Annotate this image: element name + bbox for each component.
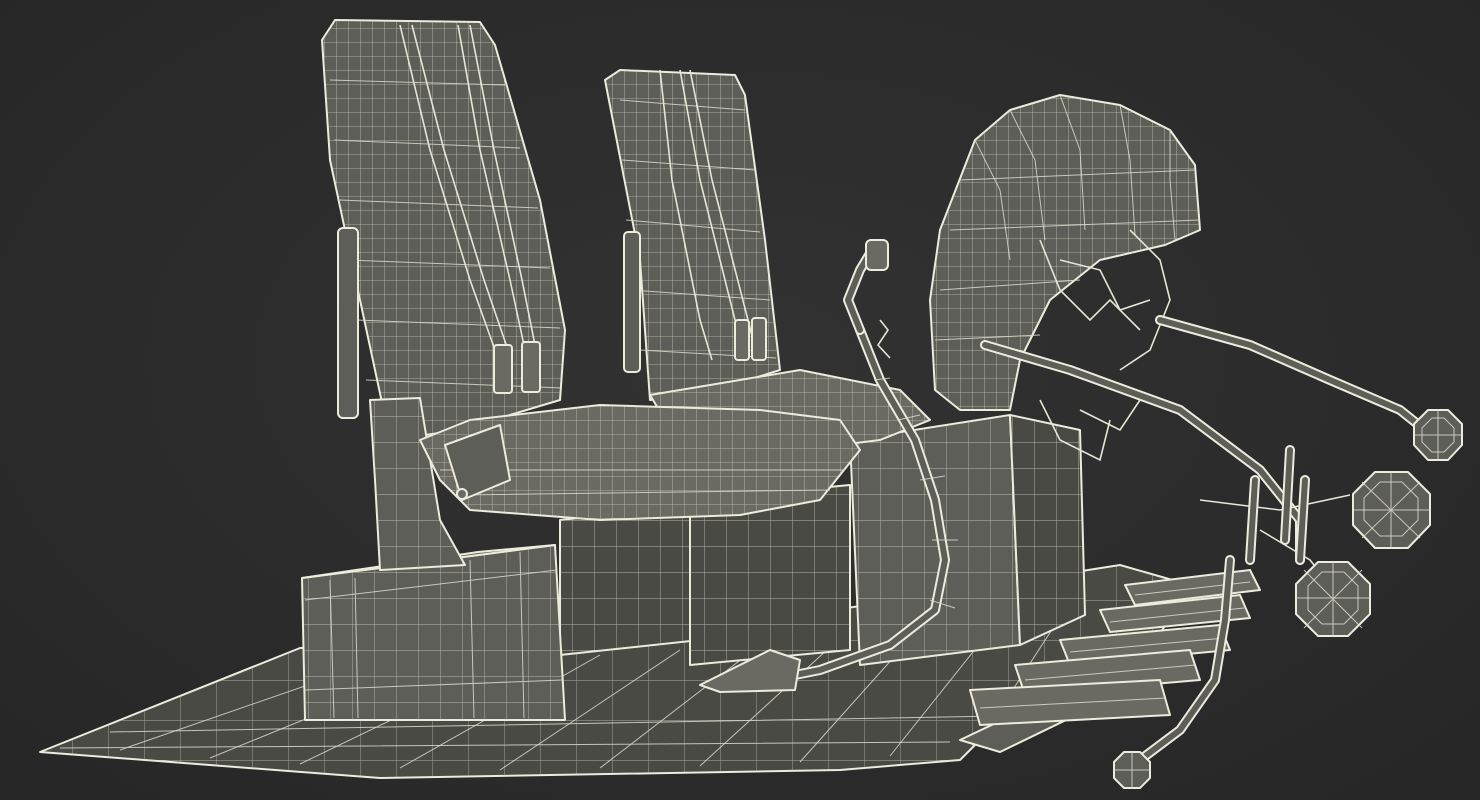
cockpit-wireframe-render [39, 19, 1463, 789]
mirror-upper [1413, 409, 1463, 461]
mirror-bottom [1113, 751, 1151, 789]
mirror-middle [1352, 471, 1431, 549]
left-seat-base [301, 544, 566, 721]
render-viewport [0, 0, 1480, 800]
mirror-lower [1295, 561, 1371, 637]
left-seat [321, 19, 861, 571]
